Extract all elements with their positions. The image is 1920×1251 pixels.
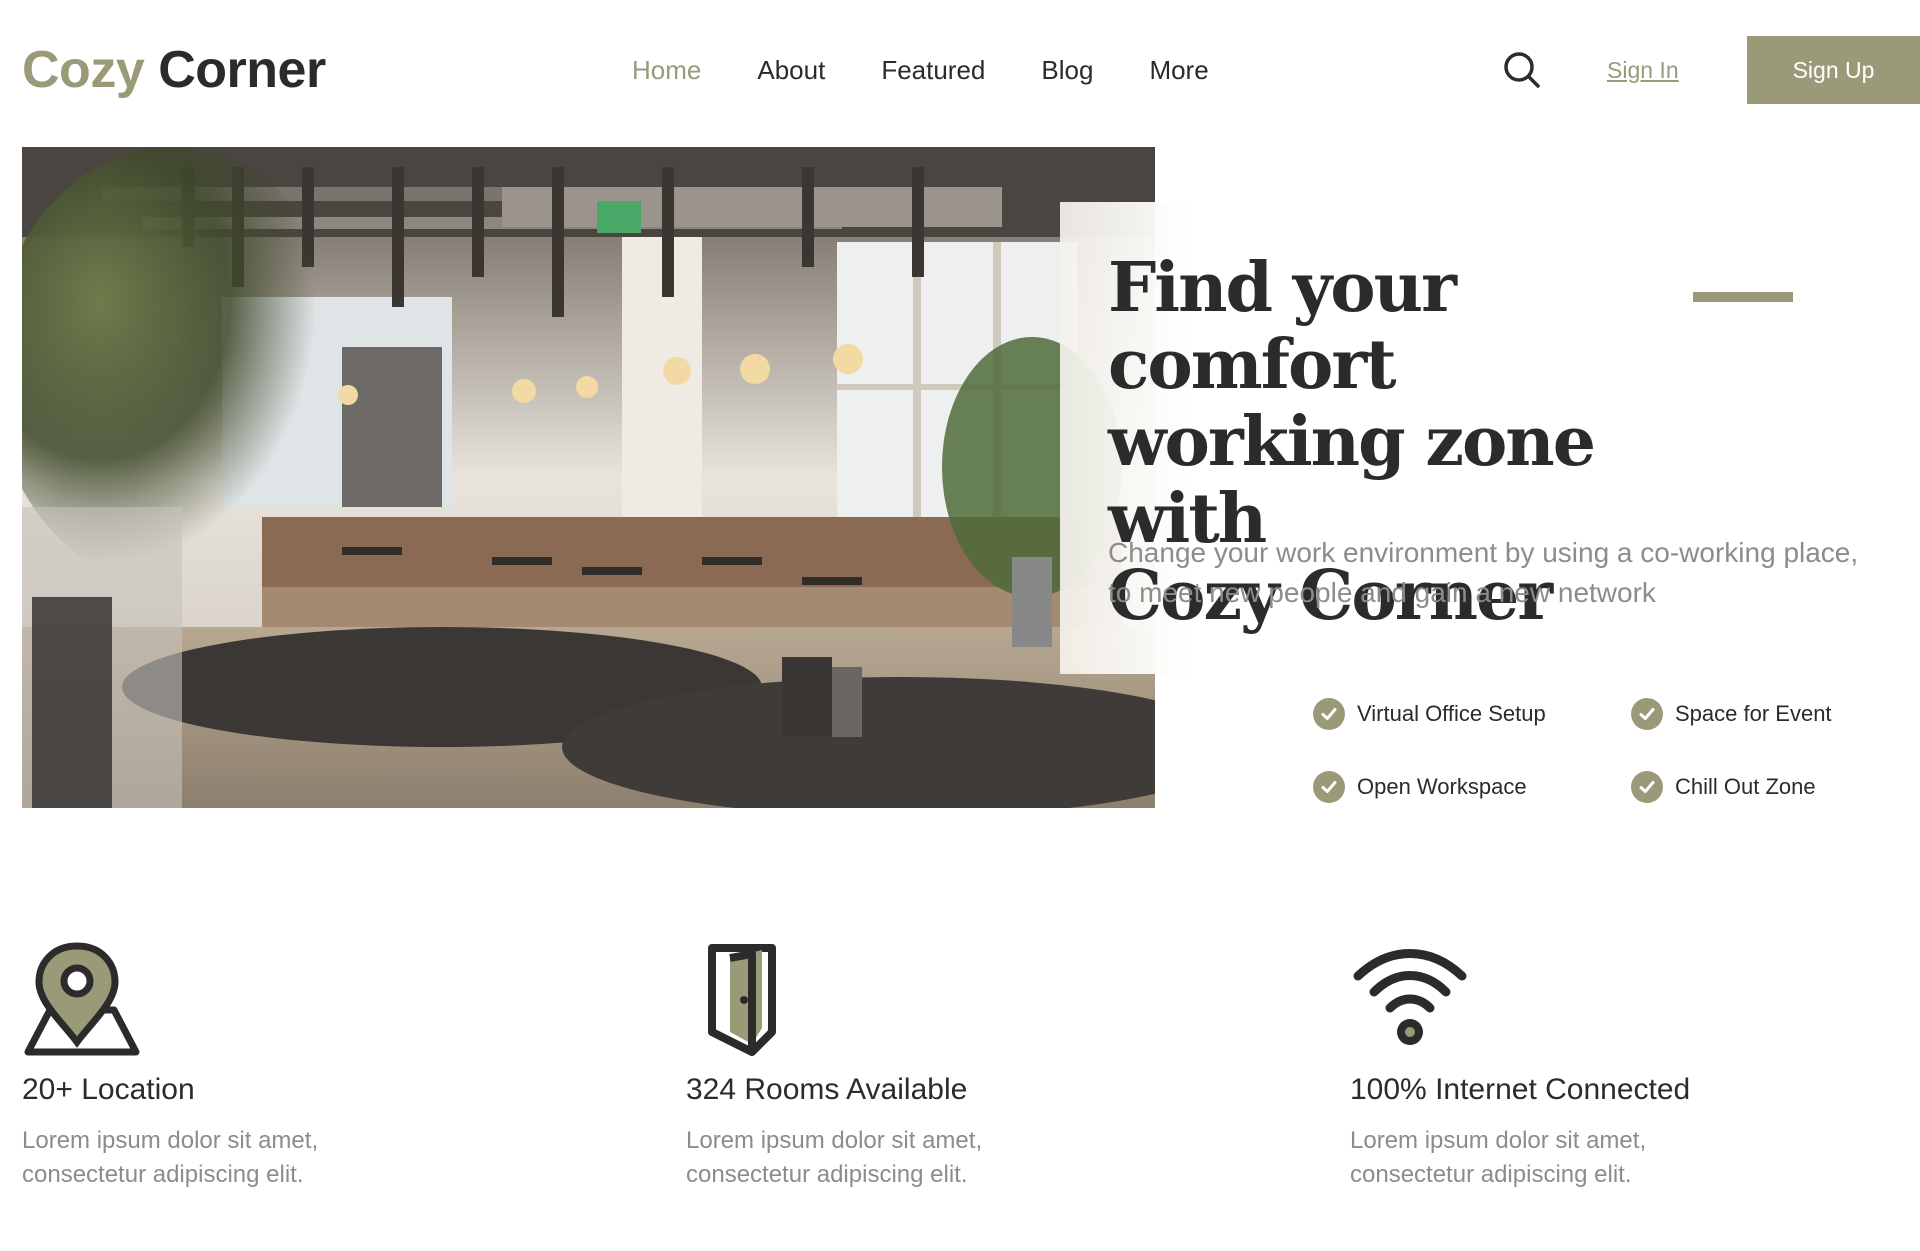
- check-icon: [1631, 698, 1663, 730]
- sign-up-button[interactable]: Sign Up: [1747, 36, 1920, 104]
- stat-description-line1: Lorem ipsum dolor sit amet,: [22, 1127, 319, 1154]
- stat-title: 100% Internet Connected: [1350, 1073, 1691, 1106]
- feature-item: Open Workspace: [1313, 771, 1527, 803]
- brand-name-part2: Corner: [158, 41, 326, 99]
- stat-description: Lorem ipsum dolor sit amet, consectetur …: [686, 1124, 1086, 1192]
- nav-item-about[interactable]: About: [757, 52, 825, 88]
- nav-item-featured[interactable]: Featured: [881, 52, 985, 88]
- hero-subtitle: Change your work environment by using a …: [1108, 533, 1868, 613]
- check-icon: [1313, 771, 1345, 803]
- stat-title: 20+ Location: [22, 1073, 195, 1106]
- site-header: Cozy Corner Home About Featured Blog Mor…: [0, 0, 1920, 140]
- brand-name-part1: Cozy: [22, 41, 145, 99]
- stat-title: 324 Rooms Available: [686, 1073, 968, 1106]
- search-icon[interactable]: [1502, 50, 1542, 90]
- stat-description-line2: consectetur adipiscing elit.: [686, 1161, 968, 1188]
- nav-item-blog[interactable]: Blog: [1041, 52, 1093, 88]
- door-icon: [686, 940, 806, 1060]
- hero-image: [22, 147, 1155, 808]
- headline-accent-bar: [1693, 292, 1793, 302]
- check-icon: [1631, 771, 1663, 803]
- hero-subtitle-line1: Change your work environment by using a …: [1108, 537, 1859, 568]
- feature-item: Chill Out Zone: [1631, 771, 1816, 803]
- feature-item: Virtual Office Setup: [1313, 698, 1546, 730]
- feature-label: Virtual Office Setup: [1357, 701, 1546, 726]
- location-pin-icon: [22, 940, 142, 1060]
- stat-description-line1: Lorem ipsum dolor sit amet,: [686, 1127, 983, 1154]
- feature-label: Space for Event: [1675, 701, 1832, 726]
- wifi-icon: [1350, 940, 1470, 1060]
- nav-item-more[interactable]: More: [1149, 52, 1208, 88]
- hero-headline-line1: Find your comfort: [1108, 248, 1457, 405]
- stat-description: Lorem ipsum dolor sit amet, consectetur …: [22, 1124, 422, 1192]
- stat-internet: 100% Internet Connected Lorem ipsum dolo…: [1350, 940, 1910, 1188]
- brand-logo[interactable]: Cozy Corner: [22, 40, 326, 100]
- stat-description-line2: consectetur adipiscing elit.: [22, 1161, 304, 1188]
- feature-label: Chill Out Zone: [1675, 774, 1816, 799]
- nav-item-home[interactable]: Home: [632, 52, 701, 88]
- check-icon: [1313, 698, 1345, 730]
- stat-description-line1: Lorem ipsum dolor sit amet,: [1350, 1127, 1647, 1154]
- stat-rooms: 324 Rooms Available Lorem ipsum dolor si…: [686, 940, 1246, 1188]
- feature-list: Virtual Office Setup Space for Event Ope…: [1313, 698, 1913, 808]
- stat-locations: 20+ Location Lorem ipsum dolor sit amet,…: [22, 940, 582, 1188]
- sign-in-link[interactable]: Sign In: [1607, 54, 1679, 86]
- feature-item: Space for Event: [1631, 698, 1832, 730]
- feature-label: Open Workspace: [1357, 774, 1527, 799]
- hero-subtitle-line2: to meet new people and gain a new networ…: [1108, 577, 1656, 608]
- stat-description-line2: consectetur adipiscing elit.: [1350, 1161, 1632, 1188]
- stat-description: Lorem ipsum dolor sit amet, consectetur …: [1350, 1124, 1750, 1192]
- main-nav: Home About Featured Blog More: [632, 52, 1265, 88]
